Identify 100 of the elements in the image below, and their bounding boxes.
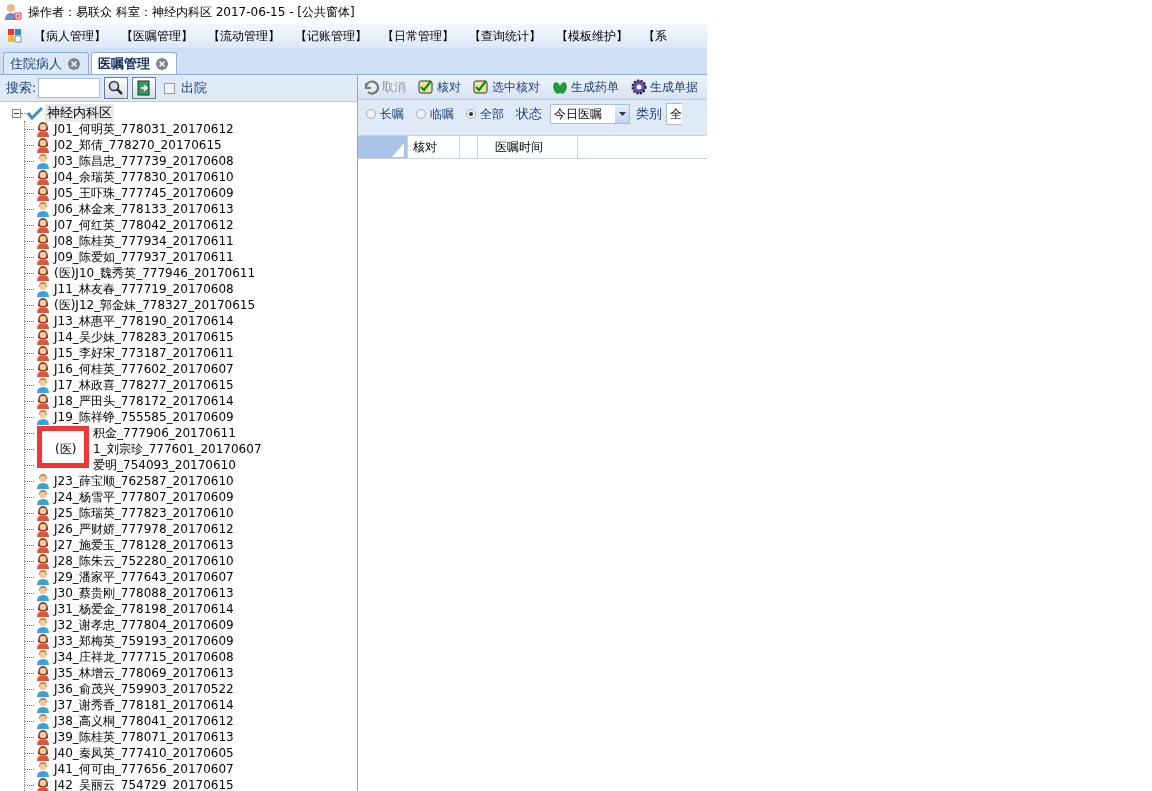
checkbox[interactable] <box>164 82 176 94</box>
woman-icon <box>35 217 51 233</box>
radio-option[interactable]: 临嘱 <box>416 105 454 123</box>
man-icon <box>35 473 51 489</box>
patient-label[interactable]: J34_庄祥龙_777715_20170608 <box>54 648 234 666</box>
patient-label-fragment[interactable]: (医) <box>55 441 77 456</box>
man-icon <box>35 569 51 585</box>
patient-label[interactable]: J42_吴丽云_754729_20170615 <box>54 776 234 791</box>
radio-icon[interactable] <box>366 109 376 119</box>
man-icon <box>35 201 51 217</box>
discharged-label: 出院 <box>181 79 208 97</box>
radio-option[interactable]: 长嘱 <box>366 105 404 123</box>
patient-label[interactable]: J25_陈瑞英_777823_20170610 <box>54 504 234 522</box>
patient-label[interactable]: J03_陈昌忠_777739_20170608 <box>54 152 234 170</box>
menu-item[interactable]: 【流动管理】 <box>208 25 280 47</box>
patient-label[interactable]: (医)J12_郭金妹_778327_20170615 <box>54 296 256 314</box>
woman-icon <box>35 393 51 409</box>
undo-icon <box>363 79 379 95</box>
man-icon <box>35 153 51 169</box>
patient-label[interactable]: J08_陈桂英_777934_20170611 <box>54 232 234 250</box>
patient-label[interactable]: J16_何桂英_777602_20170607 <box>54 360 234 378</box>
status-dropdown[interactable]: 今日医嘱 <box>550 104 630 124</box>
patient-label[interactable]: J31_杨爱金_778198_20170614 <box>54 600 234 618</box>
woman-icon <box>35 297 51 313</box>
patient-label[interactable]: J27_施爱玉_778128_20170613 <box>54 536 234 554</box>
patient-label[interactable]: J02_郑倩_778270_20170615 <box>54 136 222 154</box>
collapse-icon[interactable] <box>12 108 21 118</box>
patient-label[interactable]: J35_林增云_778069_20170613 <box>54 664 234 682</box>
menu-item[interactable]: 【查询统计】 <box>469 25 541 47</box>
patient-label[interactable]: J24_杨雪平_777807_20170609 <box>54 488 234 506</box>
radio-icon[interactable] <box>416 109 426 119</box>
toolbar-button[interactable]: 选中核对 <box>472 78 541 96</box>
menu-item[interactable]: 【日常管理】 <box>382 25 454 47</box>
patient-label[interactable]: J07_何红英_778042_20170612 <box>54 216 234 234</box>
search-field[interactable] <box>38 78 101 98</box>
patient-label[interactable]: J30_蔡贵刚_778088_20170613 <box>54 584 234 602</box>
patient-label[interactable]: 爱明_754093_20170610 <box>93 456 236 474</box>
menu-item[interactable]: 【病人管理】 <box>34 25 106 47</box>
exit-door-button[interactable] <box>132 77 157 99</box>
checkbox-tick-icon <box>473 79 489 95</box>
patient-label[interactable]: J23_薛宝顺_762587_20170610 <box>54 472 234 490</box>
menu-item[interactable]: 【记账管理】 <box>295 25 367 47</box>
patient-label[interactable]: J32_谢孝忠_777804_20170609 <box>54 616 234 634</box>
tab[interactable]: 医嘱管理 <box>91 52 177 74</box>
patient-label[interactable]: (医)J10_魏秀英_777946_20170611 <box>54 264 256 282</box>
close-icon[interactable] <box>68 57 80 70</box>
menu-item[interactable]: 【系 <box>643 25 667 47</box>
radio-option[interactable]: 全部 <box>466 105 504 123</box>
patient-label[interactable]: J15_李好宋_773187_20170611 <box>54 344 234 362</box>
patient-label[interactable]: J26_严财娇_777978_20170612 <box>54 520 234 538</box>
pills-icon <box>552 79 568 95</box>
gear-icon <box>631 79 647 95</box>
patient-label[interactable]: J18_严田头_778172_20170614 <box>54 392 234 410</box>
woman-icon <box>35 137 51 153</box>
patient-label[interactable]: J06_林金来_778133_20170613 <box>54 200 234 218</box>
patient-label[interactable]: J04_余瑞英_777830_20170610 <box>54 168 234 186</box>
man-icon <box>35 489 51 505</box>
toolbar-button[interactable]: 生成单据 <box>630 78 699 96</box>
patient-label[interactable]: J13_林惠平_778190_20170614 <box>54 312 234 330</box>
woman-icon <box>35 185 51 201</box>
woman-icon <box>35 537 51 553</box>
patient-label[interactable]: J36_俞茂兴_759903_20170522 <box>54 680 234 698</box>
patient-label[interactable]: J19_陈祥铮_755585_20170609 <box>54 408 234 426</box>
man-icon <box>35 377 51 393</box>
patient-label[interactable]: J40_秦凤英_777410_20170605 <box>54 744 234 762</box>
patient-label[interactable]: J05_王吓珠_777745_20170609 <box>54 184 234 202</box>
patient-label[interactable]: J38_高义桐_778041_20170612 <box>54 712 234 730</box>
man-icon <box>35 697 51 713</box>
patient-label[interactable]: J29_潘家平_777643_20170607 <box>54 568 234 586</box>
grid-menu-icon[interactable] <box>8 29 22 43</box>
window-title: 操作者：易联众 科室：神经内科区 2017-06-15 - [公共窗体] <box>28 3 355 21</box>
patient-label[interactable]: J14_吴少妹_778283_20170615 <box>54 328 234 346</box>
patient-label[interactable]: J09_陈爱如_777937_20170611 <box>54 248 234 266</box>
man-icon <box>35 761 51 777</box>
radio-icon[interactable] <box>466 109 476 119</box>
column-header[interactable]: 医嘱时间 <box>478 136 578 158</box>
menu-item[interactable]: 【模板维护】 <box>556 25 628 47</box>
column-header[interactable]: 核对 <box>408 136 460 158</box>
patient-label[interactable]: J17_林政喜_778277_20170615 <box>54 376 234 394</box>
patient-label[interactable]: J33_郑梅英_759193_20170609 <box>54 632 234 650</box>
search-button[interactable] <box>104 77 129 99</box>
patient-label[interactable]: J39_陈桂英_778071_20170613 <box>54 728 234 746</box>
toolbar-button[interactable]: 生成药单 <box>551 78 620 96</box>
close-icon[interactable] <box>156 57 168 70</box>
patient-label[interactable]: J37_谢秀香_778181_20170614 <box>54 696 234 714</box>
category-dropdown[interactable]: 全 <box>666 103 682 125</box>
patient-label[interactable]: J28_陈朱云_752280_20170610 <box>54 552 234 570</box>
patient-label[interactable]: 积金_777906_20170611 <box>93 424 236 442</box>
menu-item[interactable]: 【医嘱管理】 <box>121 25 193 47</box>
patient-label[interactable]: 1_刘宗珍_777601_20170607 <box>93 440 262 458</box>
tree-root-label[interactable]: 神经内科区 <box>45 104 114 122</box>
patient-label[interactable]: J41_何可由_777656_20170607 <box>54 760 234 778</box>
woman-icon <box>35 121 51 137</box>
toolbar-button[interactable]: 核对 <box>417 78 462 96</box>
patient-label[interactable]: J11_林友春_777719_20170608 <box>54 280 234 298</box>
patient-label[interactable]: J01_何明英_778031_20170612 <box>54 120 234 138</box>
man-icon <box>35 409 51 425</box>
woman-icon <box>35 233 51 249</box>
tab[interactable]: 住院病人 <box>3 52 89 74</box>
woman-icon <box>35 345 51 361</box>
